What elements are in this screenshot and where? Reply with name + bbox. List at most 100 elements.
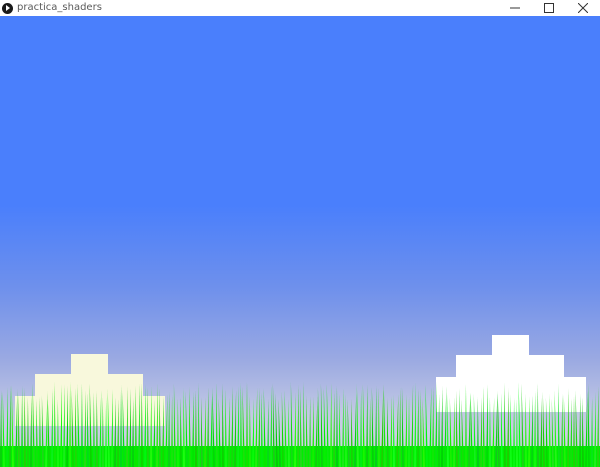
- grass-blade: [225, 389, 227, 467]
- grass-blade: [132, 398, 134, 467]
- grass-blade: [401, 387, 404, 467]
- grass-blade: [258, 388, 260, 467]
- grass-blade: [513, 398, 515, 467]
- grass-blade: [537, 383, 539, 467]
- maximize-button[interactable]: [532, 0, 566, 16]
- grass-blade: [185, 391, 188, 467]
- grass-blade: [453, 397, 455, 467]
- grass-blade: [371, 387, 374, 467]
- grass-blade: [240, 383, 242, 467]
- grass-blade: [447, 395, 449, 467]
- grass-blade: [105, 398, 107, 467]
- grass-blade: [66, 386, 68, 467]
- grass-blade: [173, 383, 176, 467]
- grass-blade: [195, 390, 197, 467]
- grass-blade: [222, 384, 224, 467]
- grass-blade: [399, 388, 401, 467]
- grass-blade: [162, 396, 164, 467]
- grass-blade: [594, 392, 596, 467]
- close-button[interactable]: [566, 0, 600, 16]
- window-controls: [498, 0, 600, 16]
- grass-blade: [534, 391, 536, 467]
- grass-blade: [21, 386, 23, 467]
- grass-blade: [138, 383, 140, 467]
- grass-blade: [288, 399, 290, 467]
- grass-field: [0, 382, 600, 467]
- grass-blade: [204, 397, 206, 467]
- grass-blade: [339, 393, 341, 467]
- grass-blade: [470, 392, 473, 467]
- grass-blade: [47, 391, 50, 467]
- grass-blade: [444, 386, 447, 467]
- grass-blade: [507, 388, 509, 467]
- grass-blade: [192, 392, 194, 467]
- grass-blade: [551, 399, 554, 467]
- grass-blade: [168, 392, 170, 467]
- grass-blade: [99, 390, 102, 467]
- grass-blade: [60, 384, 62, 467]
- grass-blade: [438, 394, 440, 467]
- grass-blade: [32, 383, 35, 467]
- grass-blade: [326, 384, 329, 467]
- grass-blade: [30, 395, 32, 467]
- grass-blade: [93, 392, 95, 467]
- grass-blade: [405, 394, 407, 467]
- grass-blade: [336, 386, 338, 467]
- grass-blade: [483, 386, 485, 467]
- grass-blade: [435, 382, 437, 467]
- grass-blade: [582, 397, 584, 467]
- grass-blade: [456, 391, 458, 467]
- grass-blade: [0, 390, 2, 467]
- grass-blade: [408, 397, 410, 467]
- grass-blade: [540, 398, 542, 467]
- grass-blade: [528, 396, 530, 467]
- grass-blade: [387, 398, 389, 467]
- grass-blade: [309, 396, 311, 467]
- grass-blade: [342, 388, 344, 467]
- sketch-canvas[interactable]: [0, 16, 600, 467]
- grass-blade: [36, 399, 38, 467]
- grass-blade: [486, 384, 488, 467]
- grass-blade: [516, 399, 518, 467]
- grass-blade: [360, 390, 362, 467]
- grass-blade: [549, 394, 551, 467]
- window-title: practica_shaders: [17, 2, 102, 13]
- grass-blade: [153, 399, 155, 467]
- grass-blade: [312, 397, 314, 467]
- grass-blade: [81, 383, 83, 467]
- grass-blade: [477, 397, 479, 467]
- close-icon: [578, 3, 588, 13]
- grass-blade: [561, 394, 563, 467]
- grass-blade: [573, 396, 575, 467]
- grass-blade: [84, 390, 86, 467]
- grass-blade: [510, 394, 512, 467]
- grass-blade: [414, 383, 416, 467]
- grass-blade: [267, 399, 269, 467]
- grass-blade: [129, 389, 131, 467]
- grass-blade: [390, 396, 392, 467]
- title-bar[interactable]: practica_shaders: [0, 0, 600, 16]
- grass-blade: [183, 388, 185, 467]
- grass-blade: [54, 382, 56, 467]
- grass-blade: [489, 397, 491, 467]
- grass-blade: [501, 393, 503, 467]
- grass-blade: [171, 395, 173, 467]
- grass-blade: [525, 394, 527, 467]
- grass-blade: [492, 397, 495, 467]
- grass-blade: [294, 392, 296, 467]
- grass-blade: [459, 388, 461, 467]
- grass-blade: [420, 390, 422, 467]
- grass-blade: [41, 395, 44, 467]
- grass-blade: [87, 393, 89, 467]
- grass-blade: [2, 391, 5, 467]
- grass-blade: [261, 392, 263, 467]
- grass-blade: [432, 387, 434, 467]
- grass-blade: [473, 394, 476, 467]
- grass-blade: [207, 387, 209, 467]
- grass-blade: [135, 386, 137, 467]
- grass-blade: [147, 387, 149, 467]
- minimize-button[interactable]: [498, 0, 532, 16]
- grass-blade: [210, 387, 213, 467]
- grass-blade: [11, 385, 14, 467]
- grass-blade: [563, 395, 566, 467]
